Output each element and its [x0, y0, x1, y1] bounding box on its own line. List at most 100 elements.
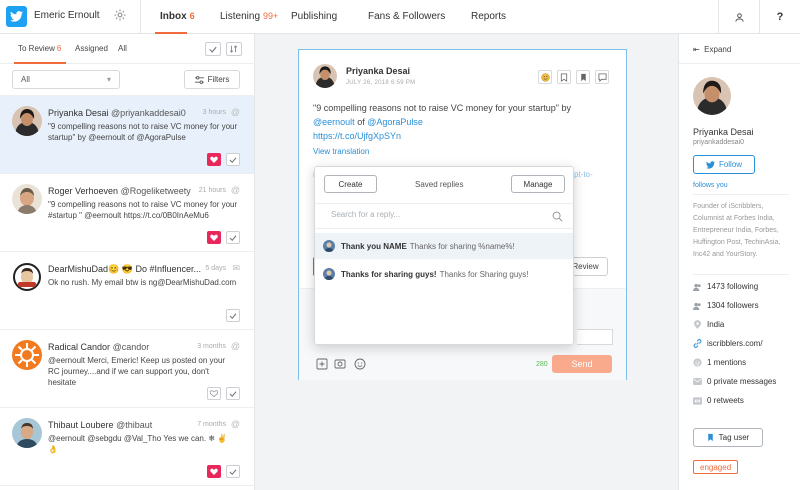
tweet-link[interactable]: https://t.co/UjfgXpSYn	[313, 131, 401, 141]
search-icon	[552, 211, 563, 222]
saved-reply-item[interactable]: Thank you NAME Thanks for sharing %name%!	[315, 233, 573, 259]
conversation-item[interactable]: Thibaut Loubere @thibaut 7 months @ @eer…	[0, 408, 254, 486]
divider	[718, 0, 719, 34]
follows-you-label: follows you	[693, 182, 728, 189]
reply-search-input[interactable]	[331, 210, 531, 219]
avatar	[313, 64, 337, 88]
emoji-reaction-button[interactable]	[538, 70, 552, 84]
reply-input[interactable]	[577, 329, 613, 345]
comment-button[interactable]	[595, 70, 609, 84]
twitter-logo-icon[interactable]	[6, 6, 27, 27]
location-icon	[693, 320, 702, 329]
profile-name: Priyanka Desai	[693, 127, 754, 137]
tag-icon	[560, 72, 568, 82]
mention-icon: @	[693, 358, 702, 367]
stat-following: 1473 following	[693, 282, 758, 291]
bookmark-icon	[580, 73, 586, 81]
arrow-left-icon: ⇤	[693, 45, 700, 54]
divider	[693, 274, 789, 275]
stat-location: India	[693, 320, 724, 329]
image-icon[interactable]	[334, 358, 346, 370]
mention-link[interactable]: @eernoult	[313, 117, 355, 127]
stat-website[interactable]: iscribblers.com/	[693, 339, 763, 348]
subtab-all[interactable]: All	[118, 44, 127, 53]
engaged-label-badge[interactable]: engaged	[693, 460, 739, 474]
avatar	[12, 340, 42, 370]
timestamp: 21 hours	[198, 187, 226, 194]
mention-link[interactable]: @AgoraPulse	[367, 117, 423, 127]
bookmark-button[interactable]	[576, 70, 590, 84]
view-translation-link[interactable]: View translation	[313, 147, 369, 156]
filters-button[interactable]: Filters	[184, 70, 240, 89]
divider	[759, 0, 760, 34]
mark-reviewed-button[interactable]	[226, 309, 240, 322]
comment-icon	[597, 72, 607, 82]
send-button[interactable]: Send	[552, 355, 612, 373]
chevron-down-icon: ▾	[106, 75, 111, 84]
author-name[interactable]: Priyanka Desai	[346, 66, 410, 76]
mark-reviewed-button[interactable]	[226, 465, 240, 478]
manage-replies-button[interactable]: Manage	[511, 175, 565, 193]
tab-reports[interactable]: Reports	[471, 11, 506, 22]
user-icon[interactable]	[731, 9, 747, 25]
profile-panel: ⇤ Expand Priyanka Desai priyankaddesai0 …	[678, 34, 800, 490]
sort-button[interactable]	[226, 42, 242, 56]
profile-handle: priyankaddesai0	[693, 139, 744, 146]
tag-user-button[interactable]: Tag user	[693, 428, 763, 447]
sliders-icon	[194, 75, 204, 84]
avatar	[12, 418, 42, 448]
conversation-item[interactable]: Roger Verhoeven @Rogeliketweety 21 hours…	[0, 174, 254, 252]
account-name[interactable]: Emeric Ernoult	[34, 10, 100, 21]
gear-icon[interactable]	[113, 8, 127, 22]
mark-reviewed-button[interactable]	[226, 153, 240, 166]
subtab-assigned[interactable]: Assigned	[75, 44, 108, 53]
users-icon	[693, 301, 702, 310]
tag-button[interactable]	[557, 70, 571, 84]
filter-select[interactable]: All ▾	[12, 70, 120, 89]
check-all-button[interactable]	[205, 42, 221, 56]
stat-retweets: 0 retweets	[693, 396, 744, 405]
review-subtabs: To Review 6 Assigned All	[0, 34, 255, 64]
like-button[interactable]	[207, 153, 221, 166]
tab-listening[interactable]: Listening 99+	[220, 11, 278, 22]
emoji-icon[interactable]	[354, 358, 366, 370]
add-media-icon[interactable]	[316, 358, 328, 370]
tab-inbox[interactable]: Inbox 6	[160, 11, 195, 22]
message-preview: @eernoult @sebgdu @Val_Tho Yes we can. ❄…	[48, 434, 228, 454]
divider	[693, 194, 789, 195]
saved-replies-popup: Create Saved replies Manage Thank you NA…	[314, 166, 574, 345]
saved-reply-item[interactable]: Thanks for sharing guys! Thanks for Shari…	[315, 261, 573, 287]
envelope-icon	[693, 377, 702, 386]
conversation-list-panel: To Review 6 Assigned All All ▾ Filters Pr…	[0, 34, 255, 490]
divider	[140, 0, 141, 34]
tag-icon	[707, 433, 713, 442]
mark-reviewed-button[interactable]	[226, 387, 240, 400]
filter-row: All ▾ Filters	[0, 64, 255, 96]
avatar	[693, 77, 731, 115]
follow-button[interactable]: Follow	[693, 155, 755, 174]
tab-fans-followers[interactable]: Fans & Followers	[368, 11, 445, 22]
retweet-icon	[693, 396, 702, 405]
like-button[interactable]	[207, 231, 221, 244]
conversation-item[interactable]: Priyanka Desai @priyankaddesai0 3 hours …	[0, 96, 254, 174]
timestamp: 7 months	[197, 421, 226, 428]
conversation-item[interactable]: DearMishuDad😊 😎 Do #Influencer... 5 days…	[0, 252, 254, 330]
mention-icon: @	[230, 341, 240, 351]
avatar	[12, 106, 42, 136]
message-body: "9 compelling reasons not to raise VC mo…	[313, 103, 572, 141]
like-button[interactable]	[207, 387, 221, 400]
like-button[interactable]	[207, 465, 221, 478]
message-date: JULY 26, 2018 6:59 PM	[346, 80, 416, 86]
mark-reviewed-button[interactable]	[226, 231, 240, 244]
users-icon	[693, 282, 702, 291]
create-reply-button[interactable]: Create	[324, 175, 377, 193]
conversation-item[interactable]: Radical Candor @candor 3 months @ @eerno…	[0, 330, 254, 408]
tab-publishing[interactable]: Publishing	[291, 11, 337, 22]
stat-private-messages: 0 private messages	[693, 377, 776, 386]
subtab-to-review[interactable]: To Review 6	[18, 44, 61, 53]
envelope-icon: ✉	[232, 263, 240, 273]
top-bar: Emeric Ernoult Inbox 6 Listening 99+ Publi…	[0, 0, 800, 34]
expand-button[interactable]: ⇤ Expand	[679, 34, 800, 64]
message-preview: Ok no rush. My email btw is ng@DearMishu…	[48, 278, 237, 287]
help-button[interactable]: ?	[772, 9, 788, 25]
